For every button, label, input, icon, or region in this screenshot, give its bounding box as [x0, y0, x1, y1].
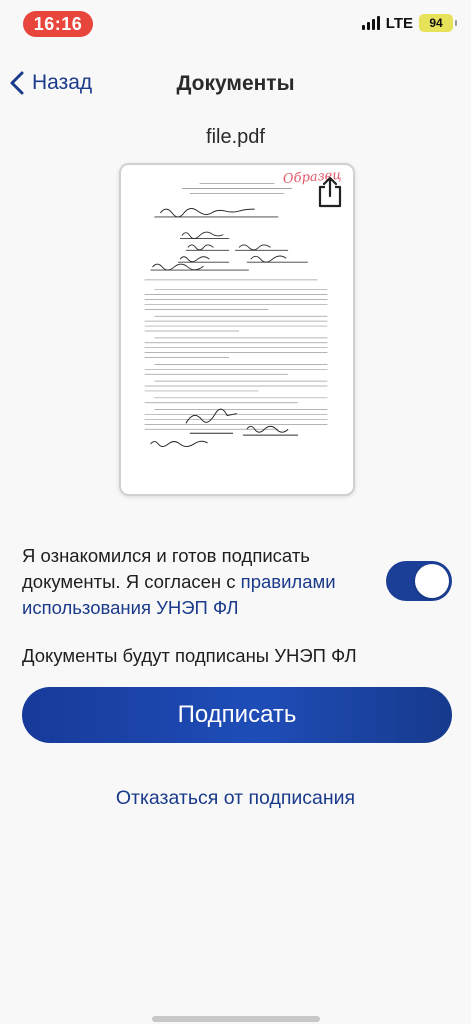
status-bar: 16:16 LTE 94: [0, 0, 471, 46]
document-page-image: [121, 165, 353, 494]
file-name: file.pdf: [206, 126, 265, 148]
home-indicator: [152, 1016, 320, 1022]
sign-note: Документы будут подписаны УНЭП ФЛ: [22, 645, 357, 666]
status-indicators: LTE 94: [361, 14, 457, 32]
document-preview[interactable]: Образец: [119, 163, 355, 496]
battery-level: 94: [429, 16, 443, 30]
chevron-left-icon: [10, 71, 24, 95]
status-time: 16:16: [23, 11, 93, 37]
toggle-knob: [415, 564, 449, 598]
sign-button[interactable]: Подписать: [22, 687, 452, 743]
signal-icon: [361, 16, 380, 30]
consent-text: Я ознакомился и готов подписать документ…: [22, 543, 362, 621]
consent-toggle[interactable]: [386, 561, 452, 601]
share-icon[interactable]: [316, 175, 344, 209]
nav-bar: Назад Документы: [0, 62, 471, 106]
back-button[interactable]: Назад: [8, 70, 92, 96]
network-type: LTE: [385, 14, 413, 32]
back-button-label: Назад: [32, 71, 93, 94]
decline-signing-link[interactable]: Отказаться от подписания: [0, 787, 471, 810]
battery-icon: 94: [419, 14, 457, 32]
